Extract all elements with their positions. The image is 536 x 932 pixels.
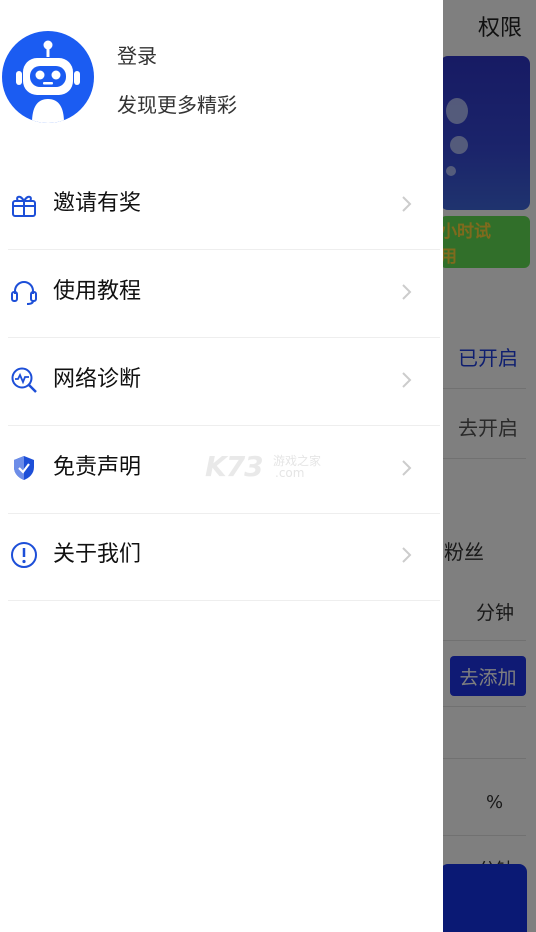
gift-icon — [12, 195, 36, 217]
shield-check-icon — [14, 456, 34, 480]
screen: 权限 小时试用 已开启 去开启 粉丝 分钟 去添加 % 分钟 — [0, 0, 536, 932]
headset-icon — [11, 281, 37, 305]
menu-item-label: 使用教程 — [53, 279, 142, 304]
menu-item-label: 网络诊断 — [53, 367, 142, 392]
watermark-logo: K73 游戏之家 .com — [205, 450, 335, 483]
menu-item-about[interactable]: 关于我们 — [8, 514, 440, 601]
chevron-right-icon — [402, 196, 412, 212]
menu-item-label: 关于我们 — [53, 542, 142, 567]
menu-item-tutorial[interactable]: 使用教程 — [8, 251, 440, 338]
login-subtitle: 发现更多精彩 — [117, 93, 237, 117]
menu-item-label: 邀请有奖 — [53, 191, 142, 216]
network-diagnose-icon — [11, 367, 37, 393]
menu-item-network-diagnose[interactable]: 网络诊断 — [8, 339, 440, 426]
chevron-right-icon — [402, 547, 412, 563]
menu-item-label: 免责声明 — [53, 455, 142, 480]
watermark-main: K73 — [205, 450, 264, 483]
chevron-right-icon — [402, 372, 412, 388]
menu-item-invite[interactable]: 邀请有奖 — [8, 163, 440, 250]
chevron-right-icon — [402, 460, 412, 476]
info-circle-icon — [11, 542, 37, 568]
watermark-bottom: .com — [275, 466, 305, 480]
side-drawer: 登录 发现更多精彩 邀请有奖 使用教程 网络诊断 免责声明 关于我们 K73 游… — [0, 0, 443, 932]
chevron-right-icon — [402, 284, 412, 300]
robot-avatar-icon[interactable] — [2, 31, 94, 123]
login-link[interactable]: 登录 — [117, 40, 157, 69]
